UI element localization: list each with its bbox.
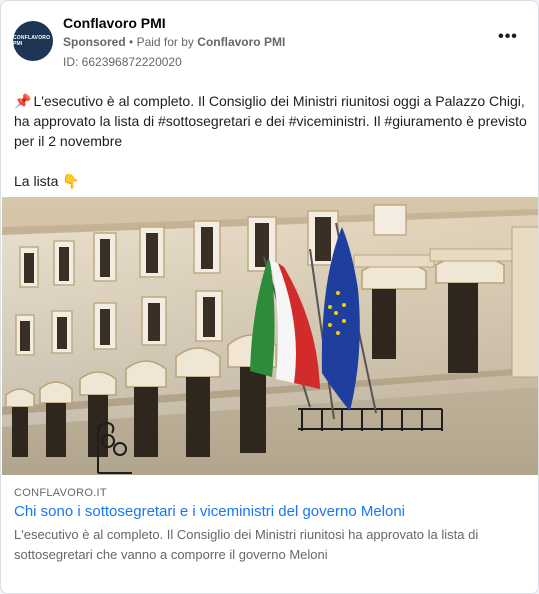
avatar-logo-text: CONFLAVORO PMI: [13, 35, 51, 47]
more-horizontal-icon: •••: [498, 28, 518, 45]
post-paragraph-1: 📌 L'esecutivo è al completo. Il Consiglio…: [14, 91, 529, 151]
page-avatar[interactable]: CONFLAVORO PMI: [13, 21, 53, 61]
sponsored-label: Sponsored: [63, 35, 126, 49]
palazzo-chigi-facade-image: [2, 197, 538, 475]
post-list-label: La lista: [14, 173, 59, 189]
ad-card: CONFLAVORO PMI Conflavoro PMI Sponsored …: [0, 0, 539, 594]
link-preview-image[interactable]: [2, 197, 538, 475]
post-paragraph-2: La lista 👇: [14, 171, 529, 191]
separator-dot: •: [129, 35, 134, 49]
pushpin-icon: 📌: [14, 93, 32, 109]
page-name-link[interactable]: Conflavoro PMI: [63, 15, 166, 31]
paid-for-prefix: Paid for by: [136, 35, 194, 49]
post-body: 📌 L'esecutivo è al completo. Il Consiglio…: [14, 91, 529, 191]
link-preview-footer[interactable]: CONFLAVORO.IT Chi sono i sottosegretari …: [2, 475, 538, 593]
link-headline[interactable]: Chi sono i sottosegretari e i viceminist…: [14, 503, 405, 520]
ad-id: ID: 662396872220020: [63, 55, 182, 69]
link-domain: CONFLAVORO.IT: [14, 487, 107, 499]
more-options-button[interactable]: •••: [496, 28, 520, 45]
sponsor-line: Sponsored • Paid for by Conflavoro PMI: [63, 35, 285, 49]
link-description: L'esecutivo è al completo. Il Consiglio …: [14, 527, 479, 562]
paid-for-name: Conflavoro PMI: [197, 35, 286, 49]
post-header: CONFLAVORO PMI Conflavoro PMI Sponsored …: [13, 13, 526, 73]
post-text: L'esecutivo è al completo. Il Consiglio …: [14, 93, 527, 149]
hand-pointing-down-icon: 👇: [62, 173, 80, 189]
